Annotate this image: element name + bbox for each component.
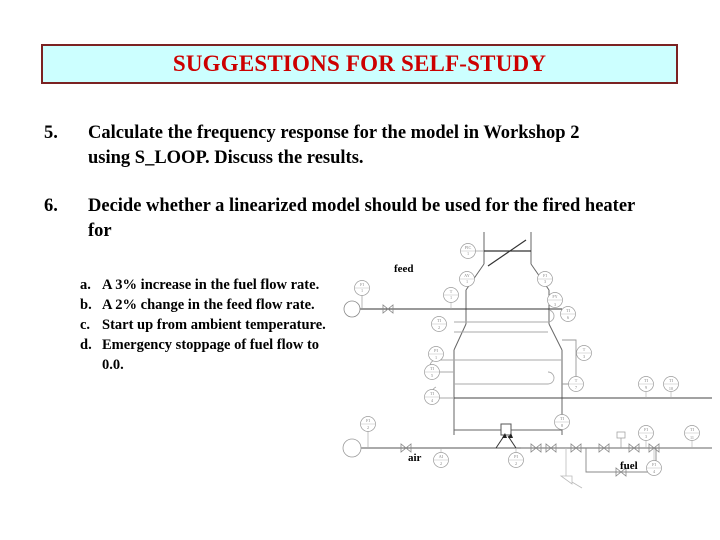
slide-canvas: SUGGESTIONS FOR SELF-STUDY 5. Calculate … (0, 0, 720, 540)
page-title: SUGGESTIONS FOR SELF-STUDY (172, 51, 547, 76)
svg-text:3: 3 (554, 302, 556, 307)
list-item-d: d. Emergency stoppage of fuel flow to 0.… (80, 335, 340, 375)
svg-text:9: 9 (645, 385, 647, 390)
svg-text:10: 10 (669, 386, 673, 391)
list-item-d-marker: d. (80, 337, 92, 353)
feed-pump (343, 300, 361, 318)
list-item-5-marker: 5. (44, 123, 58, 143)
svg-text:TI: TI (566, 308, 571, 313)
air-blower (342, 438, 362, 458)
svg-text:T: T (450, 289, 453, 294)
svg-text:TI: TI (430, 391, 435, 396)
fired-heater-diagram: PIC 1 AY 1 FI 3 FI 1 T1 FY 3 TI 6 TI 2 P… (336, 232, 712, 492)
svg-text:11: 11 (690, 435, 694, 440)
svg-text:8: 8 (561, 423, 563, 428)
svg-text:FI: FI (360, 282, 364, 287)
svg-text:AI: AI (439, 454, 444, 459)
svg-text:FI: FI (366, 418, 370, 423)
list-item-a: a. A 3% increase in the fuel flow rate. (80, 275, 340, 295)
list-item-c: c. Start up from ambient temperature. (80, 315, 340, 335)
instrument-fi-1: FI1 (354, 280, 370, 296)
svg-text:PIC: PIC (465, 245, 472, 250)
svg-text:3: 3 (583, 354, 585, 359)
instrument-ti-9: TI 9 (638, 376, 654, 392)
svg-text:T: T (575, 378, 578, 383)
instrument-ti-10: TI 10 (663, 376, 679, 392)
list-item-5: 5. Calculate the frequency response for … (44, 121, 624, 171)
instrument-pi-2: PI 2 (508, 452, 524, 468)
stack-damper (484, 239, 531, 267)
instrument-ti-5: TI 5 (424, 364, 440, 380)
slide-title-box: SUGGESTIONS FOR SELF-STUDY (41, 44, 678, 84)
svg-text:1: 1 (435, 355, 437, 360)
sublist: a. A 3% increase in the fuel flow rate. … (80, 275, 340, 375)
svg-text:PI: PI (434, 348, 438, 353)
svg-text:1: 1 (361, 288, 363, 293)
svg-text:TI: TI (437, 318, 442, 323)
list-item-c-marker: c. (80, 317, 91, 333)
instrument-ti-11: TI 11 (684, 425, 700, 441)
instrument-t-3: T3 (576, 345, 592, 361)
svg-text:AY: AY (464, 273, 470, 278)
instrument-t-1: T1 (443, 287, 459, 303)
instrument-pi-1: PI 1 (428, 346, 444, 362)
svg-text:6: 6 (567, 315, 569, 320)
list-item-a-text: A 3% increase in the fuel flow rate. (102, 277, 320, 293)
svg-text:1: 1 (450, 295, 452, 300)
list-item-b-marker: b. (80, 297, 92, 313)
list-item-d-text: Emergency stoppage of fuel flow to 0.0. (102, 337, 320, 373)
furnace-vessel (453, 232, 563, 431)
svg-text:5: 5 (431, 373, 433, 378)
instrument-ti-8: TI 8 (554, 414, 570, 430)
svg-text:FI: FI (644, 427, 648, 432)
instrument-t-7: T7 (568, 376, 584, 392)
list-item-b-text: A 2% change in the feed flow rate. (102, 297, 315, 313)
instrument-fy-3: FY 3 (547, 292, 563, 308)
list-item-b: b. A 2% change in the feed flow rate. (80, 295, 340, 315)
svg-text:2: 2 (515, 461, 517, 466)
svg-text:TI: TI (690, 427, 695, 432)
instrument-ti-2: TI 2 (431, 316, 447, 332)
svg-text:TI: TI (644, 378, 649, 383)
list-item-a-marker: a. (80, 277, 91, 293)
instrument-fi-3-top: FI3 (537, 271, 553, 287)
instrument-ai-2: AI 2 (433, 452, 449, 468)
instrument-fi-4: FI4 (646, 460, 662, 476)
svg-text:2: 2 (367, 425, 369, 430)
instrument-leads (440, 302, 693, 460)
instrument-fi-3-fuel: FI 3 (638, 425, 654, 441)
fuel-valve-actuator (616, 431, 626, 439)
instrument-fi-2: FI 2 (360, 416, 376, 432)
svg-text:3: 3 (645, 434, 647, 439)
instrument-bubbles: PIC1 AY1 FI3 FI1 T1 FY3 TI6 TI2 PI1 TI5 … (354, 243, 700, 476)
svg-text:PI: PI (514, 454, 518, 459)
svg-text:FI: FI (543, 273, 547, 278)
svg-text:2: 2 (440, 461, 442, 466)
svg-text:TI: TI (669, 378, 674, 383)
list-item-c-text: Start up from ambient temperature. (102, 317, 326, 333)
svg-text:FI: FI (652, 462, 656, 467)
stream-label-fuel: fuel (620, 460, 638, 472)
process-coils (429, 309, 562, 399)
svg-text:1: 1 (467, 251, 469, 256)
instrument-ti-4: TI4 (424, 389, 440, 405)
instrument-pic-1: PIC1 (460, 243, 476, 259)
list-item-6-marker: 6. (44, 196, 58, 216)
instrument-ay-1: AY1 (459, 271, 475, 287)
svg-text:7: 7 (575, 385, 577, 390)
svg-text:FY: FY (552, 294, 557, 299)
burner (495, 423, 517, 449)
svg-text:TI: TI (560, 416, 565, 421)
svg-text:3: 3 (544, 279, 546, 284)
svg-text:2: 2 (438, 325, 440, 330)
fuel-relief-drain (559, 448, 583, 489)
svg-text:1: 1 (466, 279, 468, 284)
list-item-5-text: Calculate the frequency response for the… (88, 123, 580, 168)
stream-label-air: air (408, 452, 422, 464)
svg-text:T: T (583, 347, 586, 352)
stream-label-feed: feed (394, 263, 414, 275)
instrument-ti-6: TI 6 (560, 306, 576, 322)
svg-text:TI: TI (430, 366, 435, 371)
